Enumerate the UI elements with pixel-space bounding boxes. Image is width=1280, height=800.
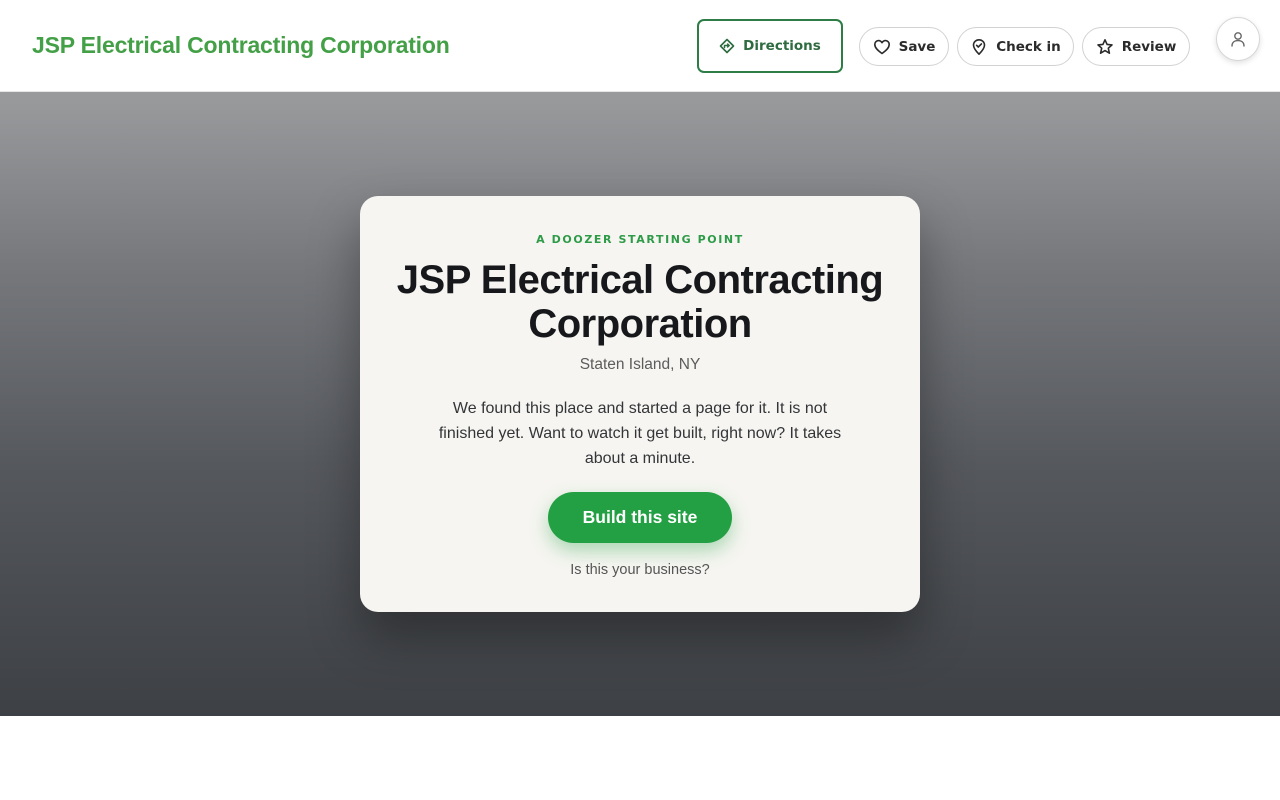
review-button[interactable]: Review	[1082, 27, 1190, 66]
claim-business-link[interactable]: Is this your business?	[360, 562, 920, 578]
star-icon	[1096, 38, 1114, 56]
business-title: JSP Electrical Contracting Corporation	[396, 258, 884, 346]
card-description: We found this place and started a page f…	[438, 400, 842, 467]
directions-button[interactable]: Directions	[697, 19, 843, 73]
review-label: Review	[1121, 38, 1177, 55]
check-in-label: Check in	[996, 38, 1061, 55]
account-avatar-button[interactable]	[1216, 17, 1260, 61]
brand-name[interactable]: JSP Electrical Contracting Corporation	[32, 32, 450, 59]
user-icon	[1229, 30, 1247, 48]
hero-banner: A DOOZER STARTING POINT JSP Electrical C…	[0, 92, 1280, 716]
save-label: Save	[898, 38, 936, 55]
map-pin-icon	[970, 38, 988, 56]
heart-icon	[873, 38, 891, 56]
claim-business-label: Is this your business?	[570, 562, 710, 578]
card-eyebrow: A DOOZER STARTING POINT	[536, 233, 744, 246]
starter-card: A DOOZER STARTING POINT JSP Electrical C…	[360, 196, 920, 612]
directions-icon	[719, 38, 735, 54]
top-header: JSP Electrical Contracting Corporation D…	[0, 0, 1280, 92]
business-location: Staten Island, NY	[579, 356, 701, 373]
directions-label: Directions	[743, 38, 821, 54]
save-button[interactable]: Save	[859, 27, 949, 66]
build-site-button[interactable]: Build this site	[548, 492, 732, 543]
check-in-button[interactable]: Check in	[957, 27, 1074, 66]
